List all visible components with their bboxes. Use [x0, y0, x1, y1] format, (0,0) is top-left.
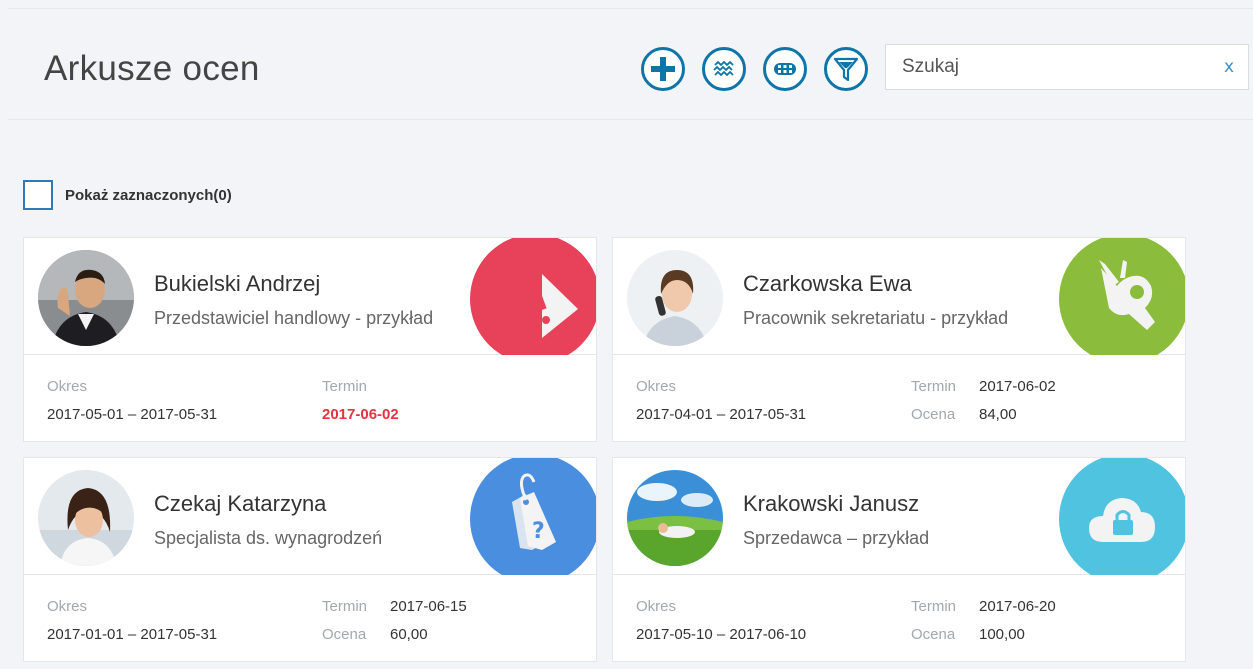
waves-icon [713, 60, 734, 77]
dots-icon [774, 63, 796, 75]
search-box: x [885, 44, 1249, 90]
status-badge [1059, 238, 1185, 355]
person-role: Pracownik sekretariatu - przykład [743, 308, 1009, 328]
person-name: Czekaj Katarzyna [154, 491, 327, 516]
plus-icon [651, 57, 675, 81]
svg-text:?: ? [532, 519, 545, 544]
status-badge [470, 238, 596, 355]
search-clear-button[interactable]: x [1224, 57, 1234, 77]
period-label: Okres [47, 598, 88, 615]
status-badge: ? [470, 458, 596, 575]
deadline-value: 2017-06-20 [979, 598, 1056, 615]
warning-icon [532, 274, 578, 338]
show-selected-label: Pokaż zaznaczonych(0) [65, 186, 232, 204]
score-label: Ocena [322, 626, 367, 643]
add-button[interactable] [641, 47, 685, 91]
person-role: Sprzedawca – przykład [743, 528, 930, 548]
card-header: Krakowski Janusz Sprzedawca – przykład [613, 458, 1185, 575]
card-details: Okres 2017-01-01 – 2017-05-31 Termin 201… [24, 576, 596, 661]
score-label: Ocena [911, 406, 956, 423]
filter-button[interactable] [824, 47, 868, 91]
deadline-value: 2017-06-02 [979, 378, 1056, 395]
page-title: Arkusze ocen [44, 49, 260, 88]
deadline-label: Termin [322, 598, 368, 615]
status-badge [1059, 458, 1185, 575]
card-details: Okres 2017-04-01 – 2017-05-31 Termin 201… [613, 356, 1185, 441]
more-button[interactable] [763, 47, 807, 91]
deadline-value: 2017-06-15 [390, 598, 467, 615]
cloud-lock-icon [1089, 498, 1155, 542]
score-value: 84,00 [979, 406, 1017, 423]
score-value: 60,00 [390, 626, 428, 643]
card-header: Bukielski Andrzej Przedstawiciel handlow… [24, 238, 596, 355]
card-details: Okres 2017-05-01 – 2017-05-31 Termin 201… [24, 356, 596, 441]
ok-hand-icon [1099, 260, 1155, 330]
show-selected-checkbox[interactable] [23, 180, 53, 210]
score-label: Ocena [911, 626, 956, 643]
period-value: 2017-01-01 – 2017-05-31 [47, 626, 218, 643]
card-header: Czekaj Katarzyna Specjalista ds. wynagro… [24, 458, 596, 575]
evaluation-card[interactable]: Czekaj Katarzyna Specjalista ds. wynagro… [23, 457, 597, 662]
question-tag-icon: ? [512, 473, 556, 550]
deadline-label: Termin [911, 378, 957, 395]
evaluation-card[interactable]: Krakowski Janusz Sprzedawca – przykład O… [612, 457, 1186, 662]
person-name: Bukielski Andrzej [154, 271, 321, 296]
person-name: Czarkowska Ewa [743, 271, 912, 296]
period-label: Okres [636, 598, 677, 615]
card-details: Okres 2017-05-10 – 2017-06-10 Termin 201… [613, 576, 1185, 661]
evaluation-card[interactable]: Czarkowska Ewa Pracownik sekretariatu - … [612, 237, 1186, 442]
deadline-label: Termin [911, 598, 957, 615]
rates-button[interactable] [702, 47, 746, 91]
deadline-label: Termin [322, 378, 368, 395]
avatar [627, 470, 723, 566]
show-selected: Pokaż zaznaczonych(0) [23, 180, 232, 210]
person-name: Krakowski Janusz [743, 491, 920, 516]
avatar [627, 250, 723, 346]
search-input[interactable] [886, 45, 1206, 89]
person-role: Przedstawiciel handlowy - przykład [154, 308, 434, 328]
filter-icon [833, 57, 859, 82]
period-value: 2017-05-10 – 2017-06-10 [636, 626, 807, 643]
evaluation-card[interactable]: Bukielski Andrzej Przedstawiciel handlow… [23, 237, 597, 442]
card-header: Czarkowska Ewa Pracownik sekretariatu - … [613, 238, 1185, 355]
period-value: 2017-05-01 – 2017-05-31 [47, 406, 218, 423]
score-value: 100,00 [979, 626, 1025, 643]
person-role: Specjalista ds. wynagrodzeń [154, 528, 383, 548]
period-label: Okres [636, 378, 677, 395]
period-label: Okres [47, 378, 88, 395]
deadline-value: 2017-06-02 [322, 406, 399, 423]
avatar [38, 250, 134, 346]
avatar [38, 470, 134, 566]
page-header: Arkusze ocen x [8, 8, 1253, 120]
period-value: 2017-04-01 – 2017-05-31 [636, 406, 807, 423]
